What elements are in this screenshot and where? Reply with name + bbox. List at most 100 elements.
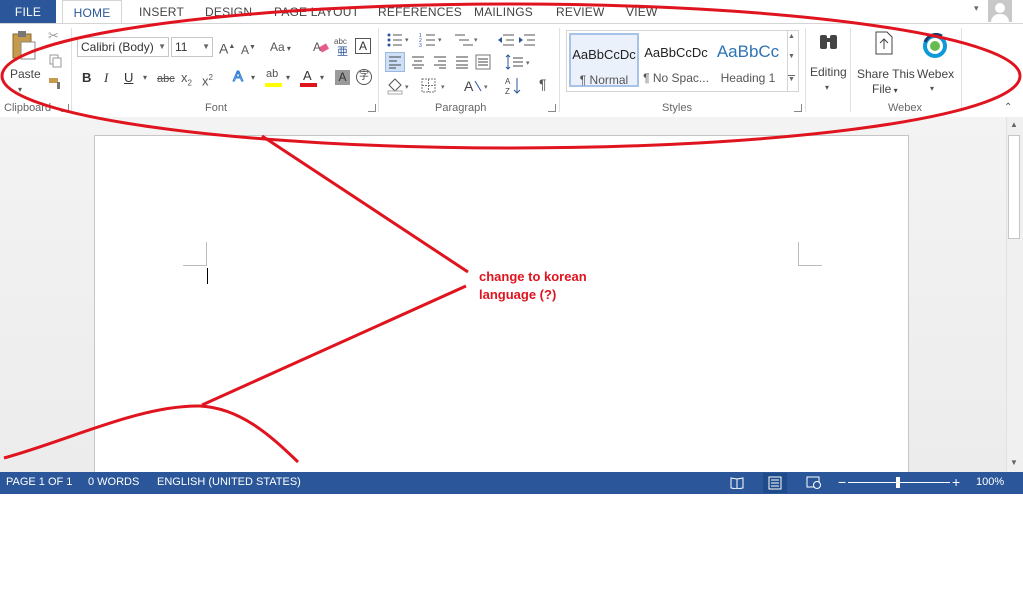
styles-dialog-launcher-icon[interactable] [794, 104, 802, 112]
tab-design[interactable]: DESIGN [205, 5, 252, 19]
scroll-down-arrow-icon[interactable]: ▼ [1010, 458, 1018, 467]
tab-home[interactable]: HOME [62, 0, 122, 24]
highlight-button[interactable]: ab [265, 68, 283, 88]
character-shading-icon[interactable]: A [335, 70, 350, 85]
underline-icon[interactable]: U [124, 70, 133, 86]
change-case-icon: Aa [270, 40, 285, 54]
align-right-icon[interactable] [431, 53, 449, 71]
styles-gallery: AaBbCcDc ¶ Normal AaBbCcDc ¶ No Spac... … [566, 30, 788, 92]
zoom-in-button[interactable]: + [952, 474, 960, 490]
sort-icon[interactable]: AZ [505, 76, 523, 96]
bullets-icon[interactable]: ▾ [386, 32, 412, 48]
paste-button[interactable]: Paste [10, 66, 41, 82]
share-file-icon[interactable] [874, 31, 894, 55]
align-center-icon[interactable] [409, 53, 427, 71]
numbering-icon[interactable]: 1 2 3 ▾ [419, 32, 445, 49]
word-count-status[interactable]: 0 WORDS [88, 476, 139, 488]
editing-button[interactable]: Editing [810, 64, 847, 80]
distributed-icon[interactable] [474, 53, 492, 71]
collapse-ribbon-icon[interactable]: ⌃ [1004, 100, 1012, 116]
webex-logo-icon[interactable] [922, 33, 948, 59]
scroll-down-icon[interactable]: ▼ [788, 53, 795, 60]
line-spacing-icon[interactable]: ▾ [505, 53, 533, 71]
style-heading-1[interactable]: AaBbCc Heading 1 [713, 33, 783, 87]
cut-icon[interactable]: ✂ [48, 28, 59, 44]
justify-icon[interactable] [453, 53, 471, 71]
language-status[interactable]: ENGLISH (UNITED STATES) [157, 476, 301, 488]
clipboard-dialog-launcher-icon[interactable] [61, 104, 69, 112]
text-effects-dropdown-icon[interactable]: ▾ [251, 70, 255, 86]
decrease-indent-icon[interactable] [497, 32, 515, 48]
asian-layout-icon[interactable]: A ▾ [463, 77, 493, 95]
superscript-button[interactable]: x2 [202, 70, 213, 89]
format-painter-icon[interactable] [48, 76, 64, 90]
group-separator [71, 28, 72, 112]
scroll-up-icon[interactable]: ▲ [788, 33, 795, 40]
svg-text:▾: ▾ [405, 84, 409, 91]
zoom-out-button[interactable]: − [838, 474, 846, 490]
bold-icon[interactable]: B [82, 70, 91, 86]
editing-dropdown-icon[interactable]: ▾ [825, 80, 829, 96]
font-size-combo[interactable]: 11 ▼ [171, 37, 213, 57]
grow-font-button[interactable]: A▲ [219, 39, 235, 57]
webex-button[interactable]: Webex [917, 66, 954, 82]
align-left-icon[interactable] [385, 52, 405, 72]
subscript-button[interactable]: x2 [181, 70, 192, 92]
text-effects-icon[interactable]: A [232, 68, 243, 85]
strikethrough-icon[interactable]: abc [157, 71, 175, 87]
tab-file[interactable]: FILE [0, 0, 56, 24]
style-normal[interactable]: AaBbCcDc ¶ Normal [569, 33, 639, 87]
scroll-up-arrow-icon[interactable]: ▲ [1010, 120, 1018, 129]
change-case-button[interactable]: Aa ▾ [270, 39, 291, 57]
tab-insert[interactable]: INSERT [139, 5, 184, 19]
clear-formatting-icon[interactable]: A [313, 39, 329, 55]
font-dialog-launcher-icon[interactable] [368, 104, 376, 112]
share-this-file-label-line1[interactable]: Share This [857, 66, 915, 82]
webex-dropdown-icon[interactable]: ▾ [930, 81, 934, 97]
show-formatting-icon[interactable]: ¶ [539, 76, 547, 92]
read-mode-icon[interactable] [730, 476, 744, 490]
print-layout-icon[interactable] [763, 473, 787, 493]
underline-dropdown-icon[interactable]: ▾ [143, 70, 147, 86]
increase-indent-icon[interactable] [518, 32, 536, 48]
document-page[interactable] [94, 135, 909, 475]
highlight-dropdown-icon[interactable]: ▾ [286, 70, 290, 86]
shrink-font-button[interactable]: A▼ [241, 40, 256, 58]
ribbon-options-icon[interactable]: ▾ [974, 3, 979, 14]
tab-page-layout[interactable]: PAGE LAYOUT [274, 5, 359, 19]
font-name-combo[interactable]: Calibri (Body) ▼ [77, 37, 169, 57]
paste-icon[interactable] [10, 30, 36, 60]
italic-icon[interactable]: I [104, 70, 108, 86]
tab-mailings[interactable]: MAILINGS [474, 5, 533, 19]
page-count-status[interactable]: PAGE 1 OF 1 [6, 476, 72, 488]
tab-review[interactable]: REVIEW [556, 5, 605, 19]
paste-dropdown-icon[interactable]: ▾ [18, 82, 22, 98]
clear-format-label: abc [334, 37, 347, 46]
scrollbar-thumb[interactable] [1008, 135, 1020, 239]
copy-icon[interactable] [49, 54, 62, 68]
font-color-button[interactable]: A [300, 68, 318, 88]
status-bar: PAGE 1 OF 1 0 WORDS ENGLISH (UNITED STAT… [0, 472, 1023, 494]
more-styles-icon[interactable]: ▼ [788, 75, 795, 84]
tab-references[interactable]: REFERENCES [378, 5, 462, 19]
shading-icon[interactable]: ▾ [386, 77, 414, 95]
enclose-characters-icon[interactable]: 字 [356, 69, 372, 85]
tab-view[interactable]: VIEW [626, 5, 657, 19]
user-avatar-icon[interactable] [988, 0, 1012, 22]
group-separator [378, 28, 379, 112]
style-name: ¶ Normal [579, 73, 629, 87]
font-color-dropdown-icon[interactable]: ▾ [320, 70, 324, 86]
web-layout-icon[interactable] [806, 475, 822, 490]
multilevel-list-icon[interactable]: ▾ [453, 32, 481, 48]
shrink-font-icon: A [241, 43, 250, 57]
share-this-file-label-line2[interactable]: File ▾ [872, 81, 898, 99]
zoom-level[interactable]: 100% [976, 476, 1004, 488]
phonetic-guide-icon[interactable]: abc 亜 [333, 36, 353, 58]
zoom-slider-thumb[interactable] [896, 477, 900, 488]
annotation-line-2: language (?) [479, 287, 557, 302]
style-no-spacing[interactable]: AaBbCcDc ¶ No Spac... [641, 33, 711, 87]
character-border-icon[interactable]: A [355, 38, 371, 54]
paragraph-dialog-launcher-icon[interactable] [548, 104, 556, 112]
binoculars-icon[interactable] [817, 30, 841, 54]
borders-icon[interactable]: ▾ [420, 77, 450, 95]
